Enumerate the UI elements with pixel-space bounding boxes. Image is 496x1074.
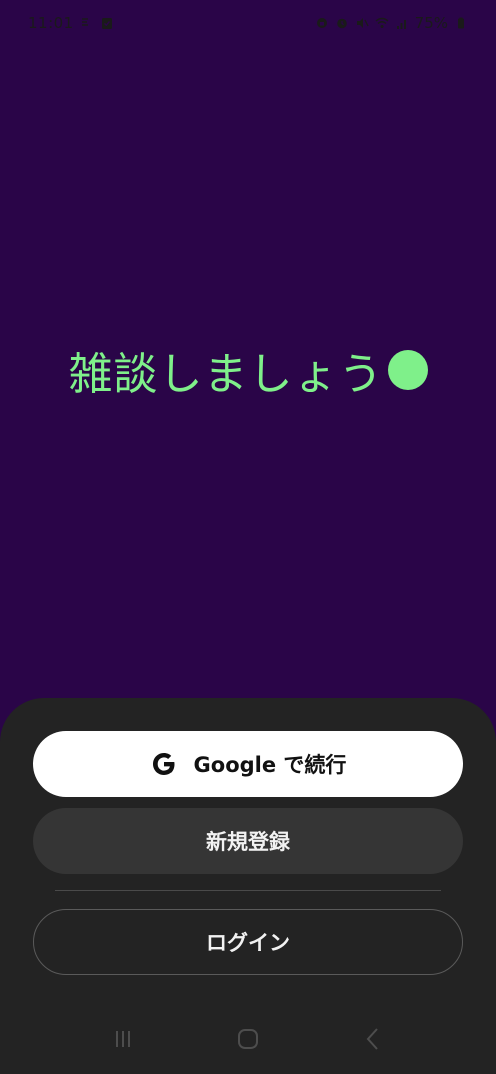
auth-sheet: Google で続行 新規登録 ログイン [0, 698, 496, 1074]
wifi-icon [375, 16, 389, 30]
battery-percentage: 75% [414, 14, 448, 32]
status-time: 11:01 [28, 14, 74, 32]
back-icon [359, 1025, 387, 1057]
hero-title: 雑談しましょう [68, 349, 384, 400]
register-label: 新規登録 [206, 830, 290, 854]
status-left: 11:01 [28, 14, 114, 32]
back-button[interactable] [353, 1021, 393, 1061]
register-button[interactable]: 新規登録 [33, 808, 463, 874]
hero-dot [387, 350, 428, 390]
google-continue-button[interactable]: Google で続行 [33, 731, 463, 797]
login-label: ログイン [206, 931, 290, 955]
lock-icon [315, 16, 329, 30]
notification-icon [80, 16, 94, 30]
recents-icon [109, 1025, 137, 1057]
status-right: 75% [315, 14, 468, 32]
mute-icon [355, 16, 369, 30]
status-bar: 11:01 75% [0, 0, 496, 46]
signal-icon [395, 16, 409, 30]
home-icon [234, 1025, 262, 1057]
screen: 11:01 75% 雑談しましょう Google で続行 新規登録 ログイン [0, 0, 496, 1074]
hero: 雑談しましょう [0, 338, 496, 402]
navigation-bar [0, 1008, 496, 1074]
login-button[interactable]: ログイン [33, 909, 463, 975]
checklist-icon [100, 16, 114, 30]
google-continue-label: Google で続行 [193, 753, 347, 777]
home-button[interactable] [228, 1021, 268, 1061]
google-g-icon [150, 750, 178, 778]
battery-icon [454, 16, 468, 30]
divider [55, 890, 441, 891]
recents-button[interactable] [103, 1021, 143, 1061]
alarm-icon [335, 16, 349, 30]
